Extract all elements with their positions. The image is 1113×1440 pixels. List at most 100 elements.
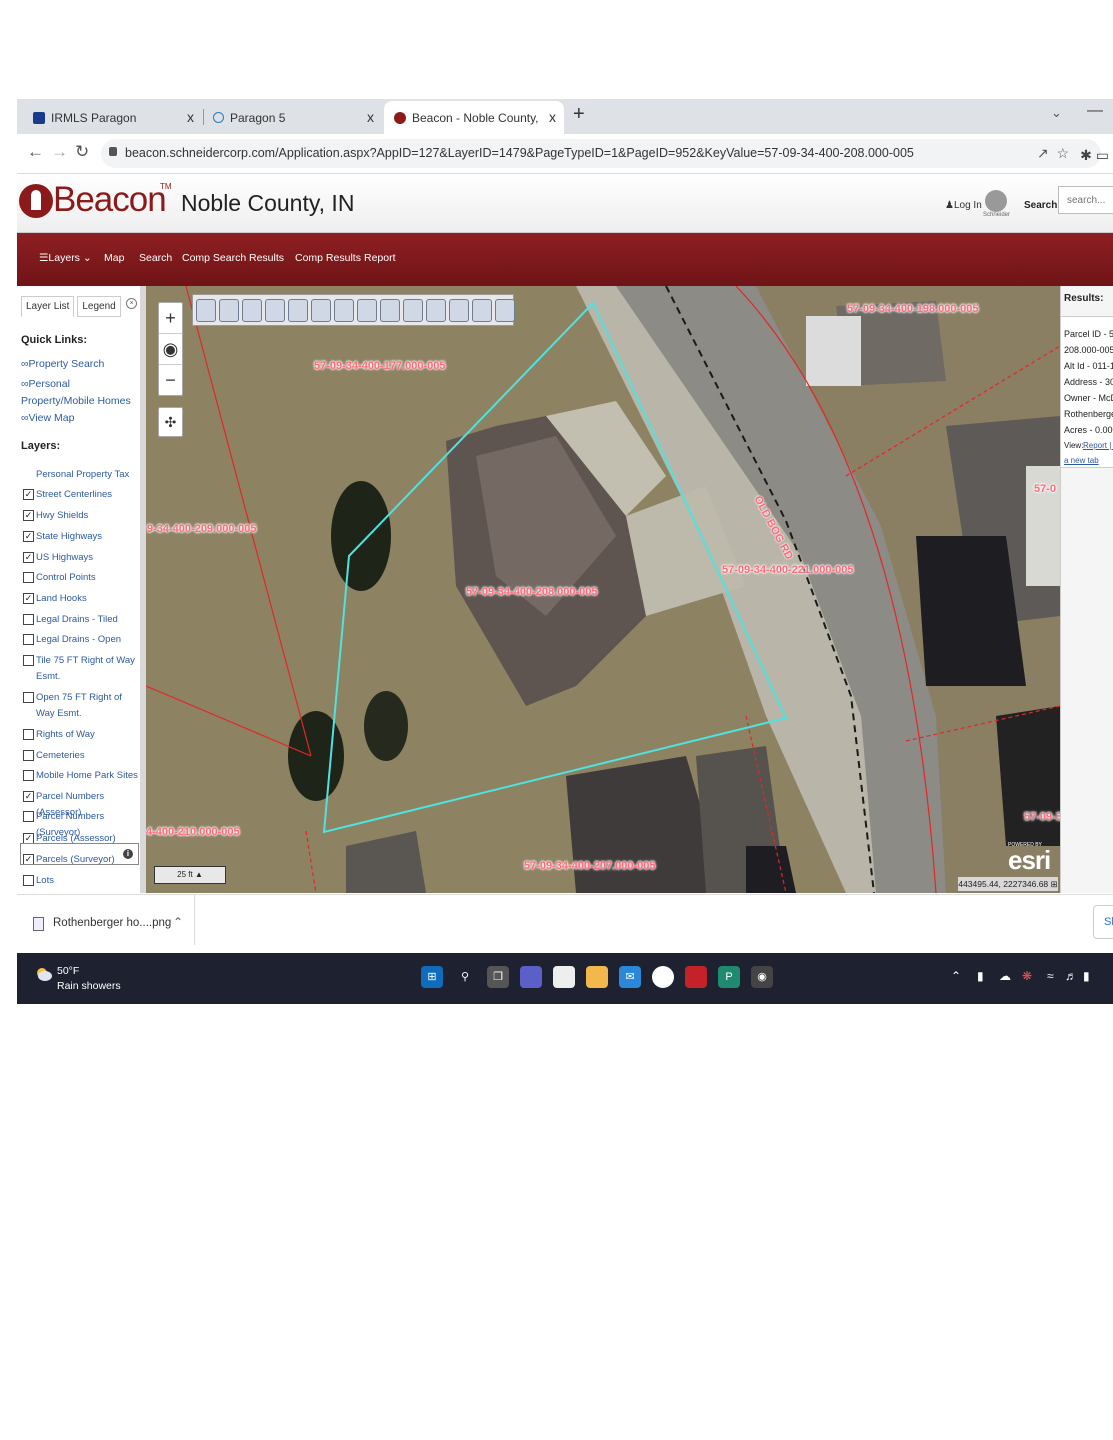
layer-checkbox[interactable]: ✓ xyxy=(23,593,34,604)
search-input[interactable] xyxy=(1058,186,1113,214)
widgets-icon[interactable] xyxy=(553,966,575,988)
layer-checkbox[interactable]: ✓ xyxy=(23,510,34,521)
result-card[interactable]: Parcel ID - 57 208.000-005 Alt Id - 011-… xyxy=(1061,316,1113,468)
brand-name[interactable]: Beacon xyxy=(53,180,167,220)
dropbox-icon[interactable]: ❋ xyxy=(1022,969,1032,983)
back-arrow-icon[interactable]: ← xyxy=(27,142,44,162)
search-icon[interactable] xyxy=(380,299,400,322)
layer-checkbox[interactable] xyxy=(23,572,34,583)
parcel-label-subject[interactable]: 57-09-34-400-208.000-005 xyxy=(466,586,598,598)
nav-layers[interactable]: ☰Layers ⌄ xyxy=(39,252,92,264)
layer-checkbox[interactable]: ✓ xyxy=(23,489,34,500)
quick-link-property-search[interactable]: ∞Property Search xyxy=(21,358,104,370)
battery-icon[interactable]: ▮ xyxy=(1083,969,1090,983)
layer-checkbox[interactable] xyxy=(23,655,34,666)
new-tab-button[interactable]: + xyxy=(573,103,585,126)
teams-icon[interactable] xyxy=(520,966,542,988)
esri-logo: POWERED BY esri xyxy=(1008,842,1051,873)
search-icon[interactable]: ⚲ xyxy=(454,966,476,988)
download-filename[interactable]: Rothenberger ho....png xyxy=(53,917,171,929)
nav-results[interactable]: Results xyxy=(249,252,284,264)
close-icon[interactable]: x xyxy=(367,109,374,125)
chevron-up-icon[interactable]: ⌃ xyxy=(173,915,183,929)
tab-layer-list[interactable]: Layer List xyxy=(21,296,75,317)
print-icon[interactable] xyxy=(472,299,492,322)
report-link[interactable]: Report | G xyxy=(1083,441,1113,450)
globe-icon[interactable]: ◉ xyxy=(159,334,182,365)
select-tool-icon[interactable] xyxy=(219,299,239,322)
nav-comp-results[interactable]: Comp Results xyxy=(295,252,361,264)
quick-link-view-map[interactable]: ∞View Map xyxy=(21,412,74,424)
info-icon[interactable]: i xyxy=(123,849,133,859)
minimize-icon[interactable]: — xyxy=(1087,102,1103,120)
onedrive-icon[interactable]: ☁ xyxy=(999,969,1011,983)
nav-map[interactable]: Map xyxy=(104,252,124,264)
tab-legend[interactable]: Legend xyxy=(77,296,121,317)
reload-icon[interactable]: ↻ xyxy=(75,142,89,162)
weather-temp[interactable]: 50°F xyxy=(57,965,79,977)
show-all-button[interactable]: Sh xyxy=(1093,905,1113,939)
zoom-select-icon[interactable] xyxy=(242,299,262,322)
new-tab-link[interactable]: a new tab xyxy=(1064,456,1099,465)
file-explorer-icon[interactable] xyxy=(586,966,608,988)
app-icon[interactable] xyxy=(652,966,674,988)
draw-pencil-icon[interactable] xyxy=(403,299,423,322)
layer-checkbox[interactable] xyxy=(23,692,34,703)
rain-cloud-icon[interactable] xyxy=(35,967,53,983)
zoom-in-button[interactable]: + xyxy=(159,303,182,334)
share-star-icons[interactable]: ↗ ☆ xyxy=(1037,145,1069,162)
measure-icon[interactable] xyxy=(311,299,331,322)
chrome-icon[interactable]: ◉ xyxy=(751,966,773,988)
publisher-icon[interactable]: P xyxy=(718,966,740,988)
nav-report[interactable]: Report xyxy=(364,252,396,264)
wifi-icon[interactable]: ≈ xyxy=(1047,969,1054,983)
eraser-icon[interactable] xyxy=(288,299,308,322)
omnibox[interactable]: beacon.schneidercorp.com/Application.asp… xyxy=(101,139,1101,168)
tab-search-chevron-icon[interactable]: ⌄ xyxy=(1051,105,1062,121)
close-icon[interactable]: x xyxy=(187,109,194,125)
nav-comp-search[interactable]: Comp Search xyxy=(182,252,246,264)
layer-checkbox[interactable] xyxy=(23,750,34,761)
save-icon[interactable] xyxy=(495,299,515,322)
usb-icon[interactable]: ▮ xyxy=(977,969,984,983)
layer-checkbox[interactable] xyxy=(23,770,34,781)
url-text[interactable]: beacon.schneidercorp.com/Application.asp… xyxy=(125,146,914,160)
task-view-icon[interactable]: ❐ xyxy=(487,966,509,988)
layer-checkbox[interactable]: ✓ xyxy=(23,791,34,802)
nav-search[interactable]: Search xyxy=(139,252,172,264)
close-icon[interactable]: x xyxy=(549,109,556,125)
identify-info-icon[interactable] xyxy=(196,299,216,322)
acrobat-icon[interactable] xyxy=(685,966,707,988)
tab-irmls-paragon[interactable]: IRMLS Paragon x xyxy=(17,101,202,134)
layer-label: Legal Drains - Tiled xyxy=(36,614,118,625)
layer-checkbox[interactable] xyxy=(23,634,34,645)
extensions-icon[interactable]: ✱ ▭ xyxy=(1080,147,1109,164)
mail-icon[interactable]: ✉ xyxy=(619,966,641,988)
tab-paragon-5[interactable]: Paragon 5 x xyxy=(205,101,382,134)
buffer-icon[interactable] xyxy=(357,299,377,322)
map-view[interactable]: + ◉ − ✣ 57-09-34-400-177.000-005 57-09-3… xyxy=(146,286,1060,893)
layer-checkbox[interactable]: ✓ xyxy=(23,531,34,542)
forward-arrow-icon[interactable]: → xyxy=(51,142,68,162)
scale-bar[interactable]: 25 ft ▲ xyxy=(154,866,226,884)
close-icon[interactable]: × xyxy=(126,298,137,309)
layer-checkbox[interactable] xyxy=(23,811,34,822)
people-icon[interactable] xyxy=(449,299,469,322)
tab-beacon[interactable]: Beacon - Noble County, IN - Map x xyxy=(384,101,564,134)
layer-checkbox[interactable]: ✓ xyxy=(23,552,34,563)
layer-checkbox[interactable] xyxy=(23,614,34,625)
layer-label: Cemeteries xyxy=(36,750,85,761)
quick-link-personal-property[interactable]: ∞Personal Property/Mobile Homes xyxy=(21,376,139,410)
windows-start-icon[interactable]: ⊞ xyxy=(421,966,443,988)
zoom-out-button[interactable]: − xyxy=(159,365,182,395)
pin-icon[interactable] xyxy=(334,299,354,322)
chevron-up-icon[interactable]: ⌃ xyxy=(951,969,961,983)
layer-checkbox[interactable] xyxy=(23,875,34,886)
locate-icon[interactable]: ✣ xyxy=(158,407,183,437)
weather-condition[interactable]: Rain showers xyxy=(57,980,121,992)
layer-checkbox[interactable] xyxy=(23,729,34,740)
login-link[interactable]: ♟Log In xyxy=(945,200,982,211)
grid-icon[interactable] xyxy=(426,299,446,322)
pan-hand-icon[interactable] xyxy=(265,299,285,322)
volume-icon[interactable]: ♬ xyxy=(1065,969,1077,983)
